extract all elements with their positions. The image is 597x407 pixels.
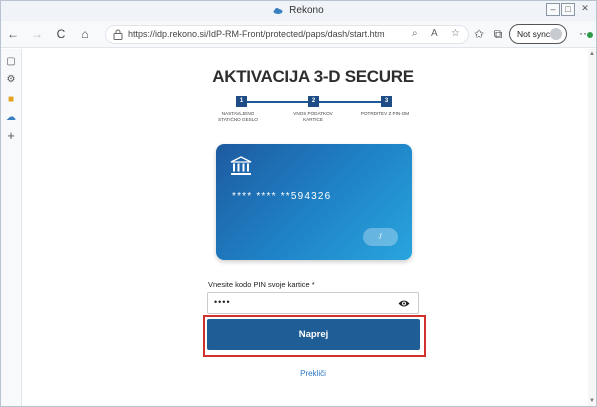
pin-value: •••• [214,297,231,307]
browser-window: Rekono – □ ✕ ← → C ⌂ https://idp.rekono.… [0,0,597,407]
page-title: AKTIVACIJA 3-D SECURE [212,67,414,86]
tabs-icon[interactable]: ▢ [4,55,18,69]
window-title-text: Rekono [289,5,324,16]
address-bar[interactable]: https://idp.rekono.si/IdP-RM-Front/prote… [105,25,469,44]
show-password-eye-icon[interactable] [398,299,410,308]
next-button[interactable]: Naprej [207,319,420,350]
scroll-down-icon[interactable]: ▼ [588,398,596,404]
cancel-link[interactable]: Prekliči [23,369,597,378]
step-1-badge: 1 [236,96,247,107]
sync-button[interactable]: Not syncing [509,24,567,44]
back-icon[interactable]: ← [5,26,21,42]
forward-icon[interactable]: → [29,26,45,42]
read-aloud-icon[interactable]: A [431,28,438,39]
card-number: **** **** **594326 [232,191,332,202]
refresh-icon[interactable]: C [53,26,69,42]
title-bar: Rekono – □ ✕ [1,1,596,21]
url-text: https://idp.rekono.si/IdP-RM-Front/prote… [128,29,385,39]
favorites-star-icon[interactable]: ☆ [451,28,460,39]
step-2-badge: 2 [308,96,319,107]
office-icon[interactable]: ■ [4,93,18,107]
window-title: Rekono [1,5,596,16]
search-icon[interactable]: ⌕ [412,28,418,39]
step-connector [242,101,308,103]
pin-input[interactable]: •••• [207,292,419,314]
page-scrollbar[interactable]: ▲ ▼ [588,49,596,406]
step-3-badge: 3 [381,96,392,107]
step-connector [318,101,383,103]
browser-toolbar: ← → C ⌂ https://idp.rekono.si/IdP-RM-Fro… [1,21,596,48]
bank-icon [230,156,252,175]
lock-icon [113,29,123,40]
browser-sidebar: ▢ ⚙ ■ ☁ + [1,49,22,406]
step-1-label: NASTAVLJENO STATIČNO GESLO [218,111,258,122]
step-3-label: POTRDITEV Z PIN-OM [360,111,410,116]
maximize-button[interactable]: □ [561,3,575,16]
step-2-label: VNOS PODATKOV KARTICE [293,111,333,122]
notification-dot-icon [587,32,593,38]
more-menu-icon[interactable]: ··· [579,26,593,40]
progress-steps: 1 2 3 NASTAVLJENO STATIČNO GESLO VNOS PO… [218,96,418,131]
rekono-icon[interactable]: ☁ [4,111,18,125]
scroll-up-icon[interactable]: ▲ [588,51,596,57]
profile-avatar-icon [550,28,562,40]
page-content: AKTIVACIJA 3-D SECURE 1 2 3 NASTAVLJENO … [23,49,588,406]
favorites-bar-icon[interactable]: ✩ [471,26,487,42]
pin-label: Vnesite kodo PIN svoje kartice * [208,280,315,289]
rekono-favicon-icon [273,8,283,14]
minimize-button[interactable]: – [546,3,560,16]
home-icon[interactable]: ⌂ [77,26,93,42]
card-expiry: / [363,228,398,246]
payment-card: **** **** **594326 / [216,144,412,260]
settings-icon[interactable]: ⚙ [4,73,18,87]
add-icon[interactable]: + [4,129,18,143]
close-button[interactable]: ✕ [577,3,593,16]
collections-icon[interactable]: ⧉ [490,26,506,42]
